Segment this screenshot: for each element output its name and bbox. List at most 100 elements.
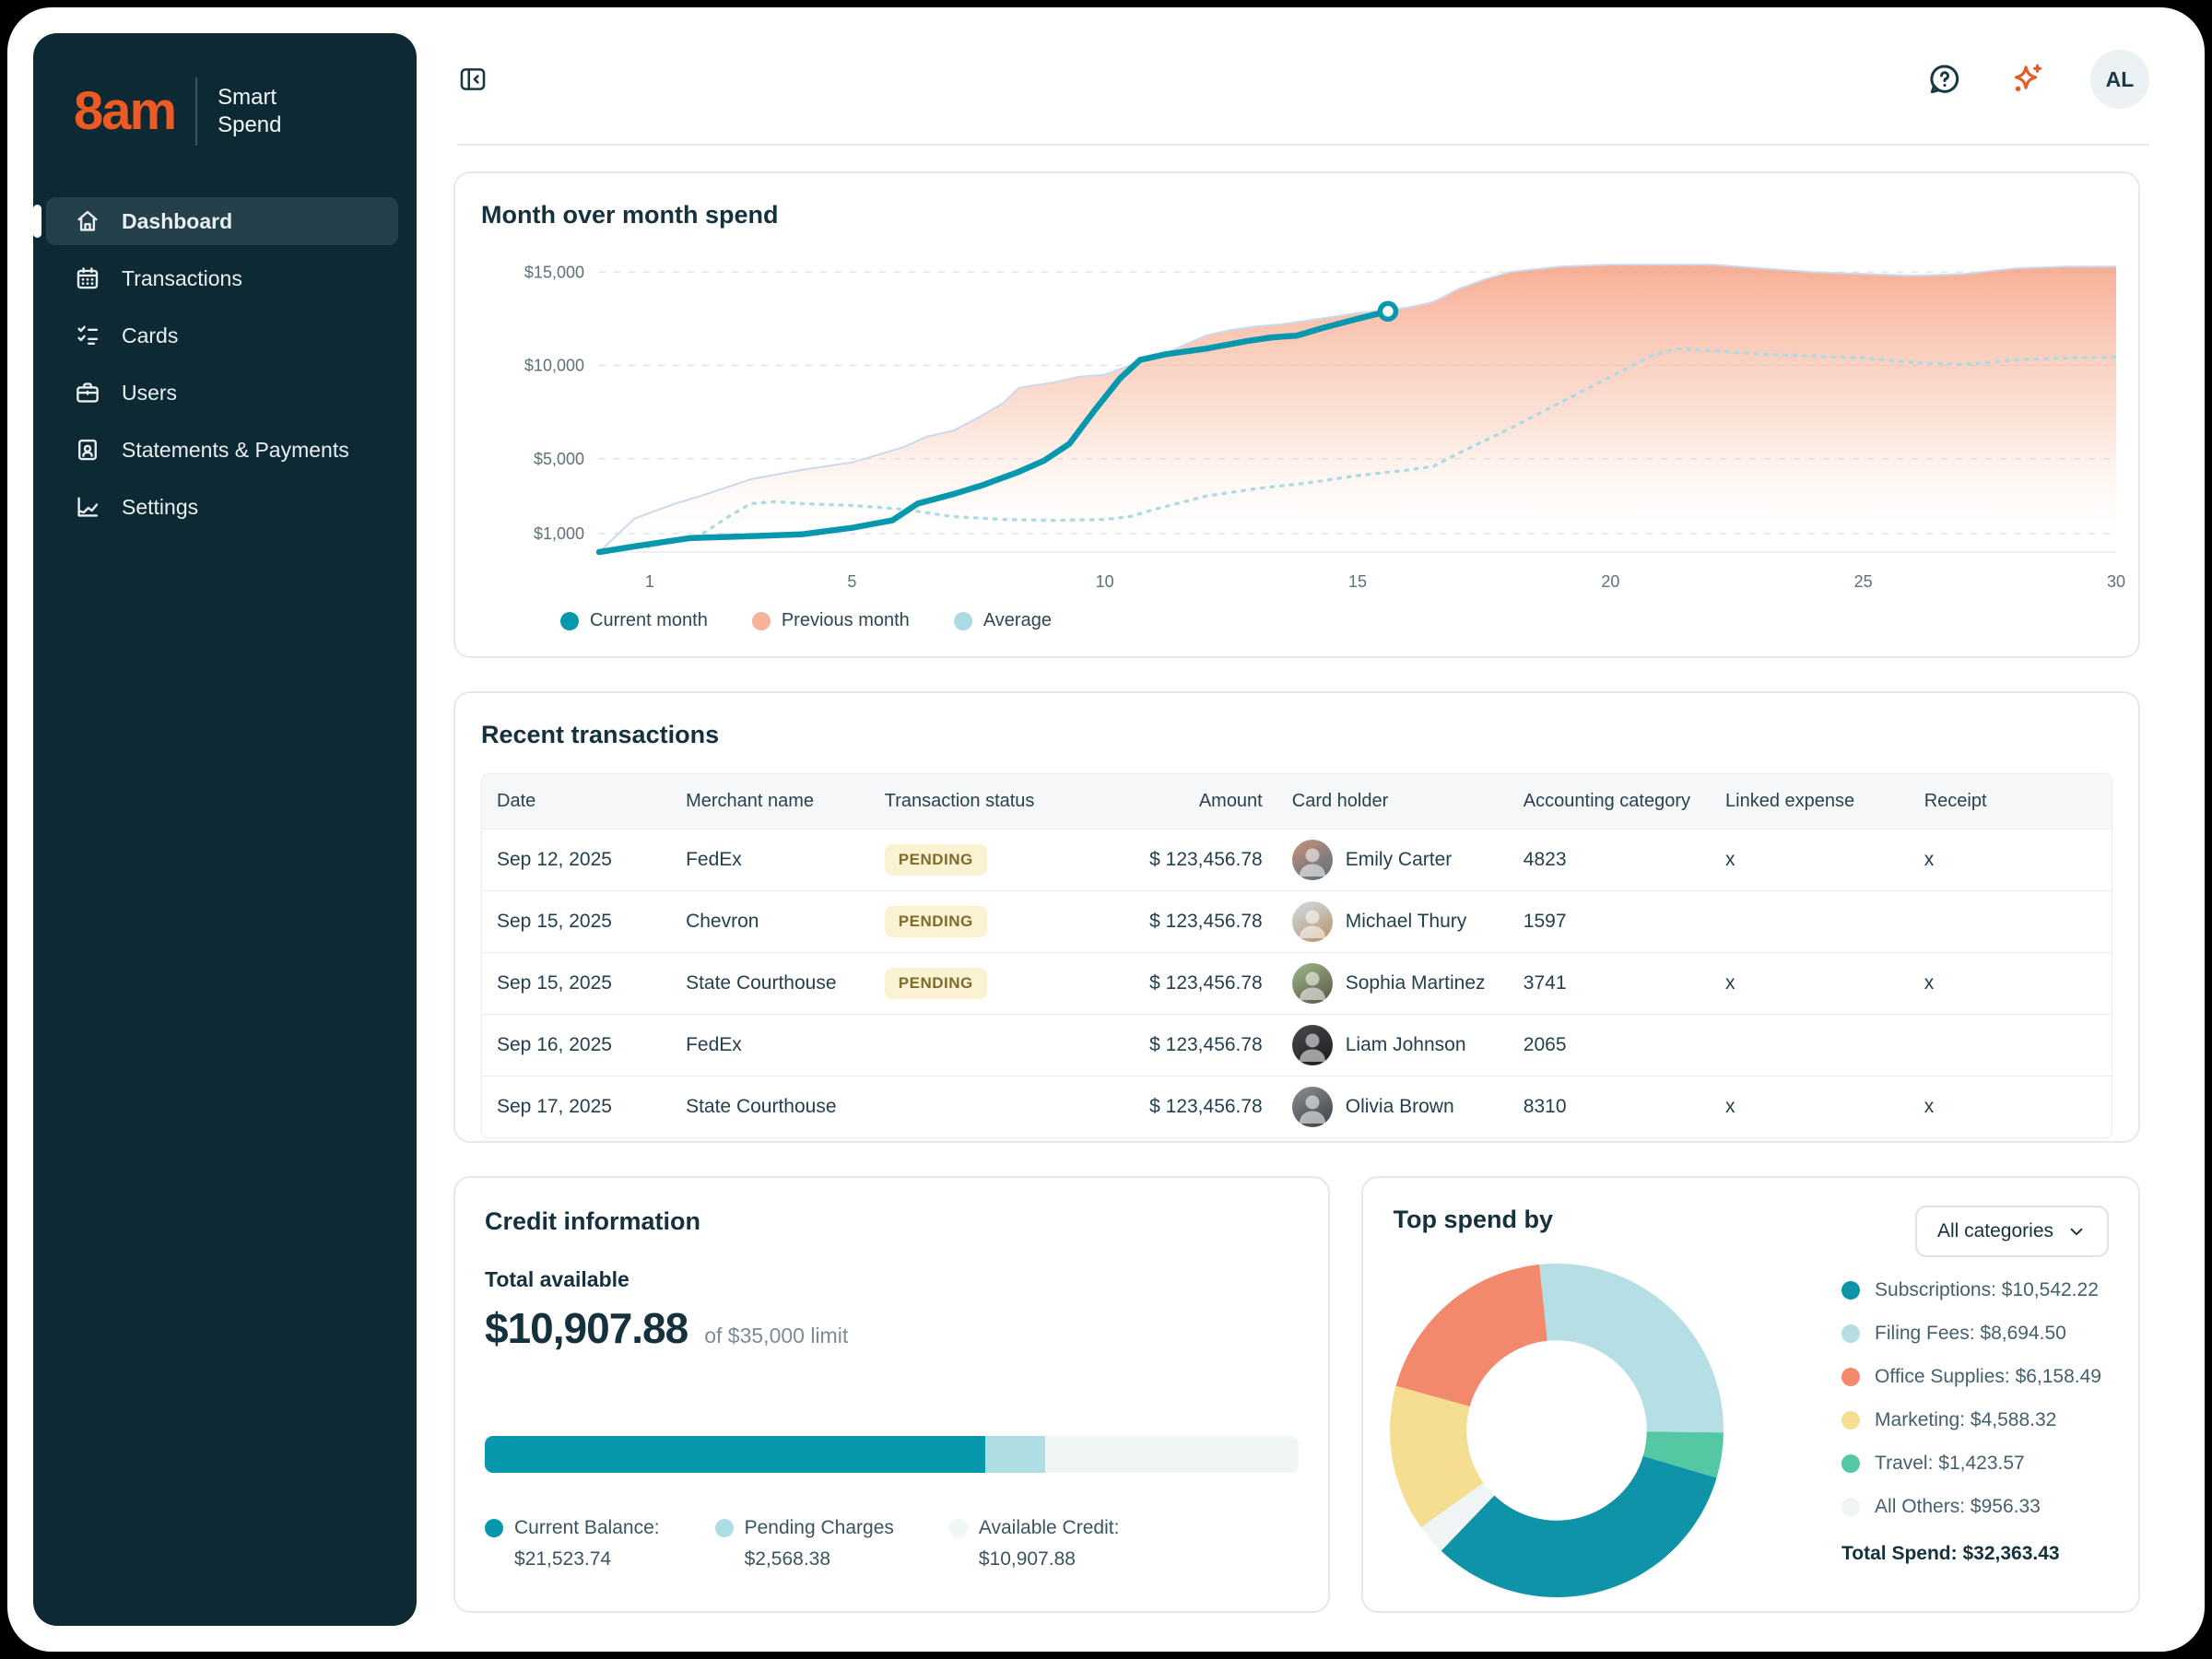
logo: 8am Smart Spend — [33, 33, 417, 146]
bottom-row: Credit information Total available $10,9… — [453, 1176, 2140, 1613]
top-spend-legend-item-all-others: All Others: $956.33 — [1841, 1496, 2101, 1518]
legend-dot — [949, 1519, 968, 1537]
table-row[interactable]: Sep 12, 2025FedExPENDING$ 123,456.78Emil… — [482, 830, 2112, 891]
cell-amount: $ 123,456.78 — [1076, 891, 1277, 953]
donut-segment-subscriptions — [1441, 1456, 1717, 1597]
current-month-end-marker — [1380, 303, 1395, 319]
table-row[interactable]: Sep 15, 2025State CourthousePENDING$ 123… — [482, 953, 2112, 1015]
sidebar-item-settings[interactable]: Settings — [46, 483, 398, 531]
credit-card: Credit information Total available $10,9… — [453, 1176, 1330, 1613]
cell-receipt — [1910, 1015, 2112, 1077]
legend-dot — [752, 612, 771, 630]
column-header-transaction-status: Transaction status — [870, 774, 1076, 830]
column-header-amount: Amount — [1076, 774, 1277, 830]
transactions-card: Recent transactions DateMerchant nameTra… — [453, 691, 2140, 1143]
avatar — [1292, 840, 1333, 880]
top-spend-legend: Subscriptions: $10,542.22 Filing Fees: $8… — [1841, 1279, 2101, 1565]
card-holder-name: Sophia Martinez — [1346, 972, 1486, 994]
cell-date: Sep 15, 2025 — [482, 953, 671, 1015]
ai-assistant-button[interactable] — [2007, 60, 2046, 99]
chart-legend: Current monthPrevious monthAverage — [560, 610, 2112, 631]
sidebar-item-cards[interactable]: Cards — [46, 312, 398, 359]
top-spend-donut-chart — [1385, 1259, 1728, 1602]
chart-icon — [74, 493, 101, 521]
cell-status: PENDING — [870, 830, 1076, 891]
legend-item-previous-month: Previous month — [752, 610, 910, 631]
cell-merchant: State Courthouse — [671, 1077, 870, 1138]
logo-divider — [195, 77, 197, 146]
cell-accounting-category: 8310 — [1509, 1077, 1711, 1138]
svg-text:5: 5 — [847, 572, 856, 591]
help-button[interactable] — [1926, 61, 1963, 98]
legend-dot — [1841, 1368, 1860, 1386]
card-holder-name: Liam Johnson — [1346, 1034, 1466, 1056]
top-spend-title: Top spend by — [1393, 1206, 1553, 1234]
cell-linked-expense: x — [1711, 953, 1910, 1015]
top-spend-legend-item-travel: Travel: $1,423.57 — [1841, 1453, 2101, 1475]
svg-text:20: 20 — [1601, 572, 1619, 591]
sidebar-item-transactions[interactable]: Transactions — [46, 254, 398, 302]
credit-legend-item-0: Current Balance: $21,523.74 — [485, 1517, 660, 1571]
sidebar-item-users[interactable]: Users — [46, 369, 398, 417]
top-spend-legend-text: Marketing: $4,588.32 — [1875, 1409, 2056, 1431]
cell-merchant: FedEx — [671, 830, 870, 891]
sidebar-nav: Dashboard Transactions Cards Users Statement… — [33, 197, 417, 531]
collapse-sidebar-button[interactable] — [457, 64, 488, 95]
cell-merchant: FedEx — [671, 1015, 870, 1077]
credit-legend-value: $21,523.74 — [514, 1548, 660, 1571]
briefcase-icon — [74, 379, 101, 406]
column-header-accounting-category: Accounting category — [1509, 774, 1711, 830]
card-holder-name: Michael Thury — [1346, 911, 1467, 933]
credit-bar-segment-available-credit- — [1045, 1436, 1299, 1473]
credit-available-amount: $10,907.88 — [485, 1303, 688, 1353]
credit-legend-label: Current Balance: — [514, 1517, 660, 1539]
transactions-table-wrap: DateMerchant nameTransaction statusAmoun… — [481, 773, 2112, 1138]
cell-accounting-category: 1597 — [1509, 891, 1711, 953]
dashboard-content: Month over month spend $1,000$5,000$10,0… — [417, 146, 2197, 1613]
help-icon — [1926, 61, 1963, 98]
user-avatar[interactable]: AL — [2090, 50, 2149, 109]
cell-receipt — [1910, 891, 2112, 953]
credit-legend-value: $2,568.38 — [745, 1548, 894, 1571]
category-filter-dropdown[interactable]: All categories — [1915, 1206, 2109, 1257]
avatar — [1292, 1025, 1333, 1065]
cell-merchant: State Courthouse — [671, 953, 870, 1015]
legend-dot — [485, 1519, 503, 1537]
topbar: AL — [457, 15, 2149, 146]
svg-text:25: 25 — [1854, 572, 1873, 591]
checklist-icon — [74, 322, 101, 349]
sidebar-item-statements-payments[interactable]: Statements & Payments — [46, 426, 398, 474]
avatar — [1292, 901, 1333, 942]
donut-segment-filing-fees — [1540, 1264, 1724, 1432]
credit-legend: Current Balance:$21,523.74Pending Charge… — [485, 1517, 1299, 1571]
sidebar-item-label: Statements & Payments — [122, 438, 349, 463]
table-row[interactable]: Sep 16, 2025FedEx$ 123,456.78Liam Johnso… — [482, 1015, 2112, 1077]
top-spend-legend-text: Subscriptions: $10,542.22 — [1875, 1279, 2099, 1301]
table-row[interactable]: Sep 15, 2025ChevronPENDING$ 123,456.78Mi… — [482, 891, 2112, 953]
legend-dot — [954, 612, 972, 630]
svg-text:10: 10 — [1096, 572, 1114, 591]
top-spend-legend-item-marketing: Marketing: $4,588.32 — [1841, 1409, 2101, 1431]
svg-text:$15,000: $15,000 — [524, 263, 584, 281]
cell-card-holder: Michael Thury — [1277, 891, 1509, 953]
cell-linked-expense: x — [1711, 830, 1910, 891]
cell-linked-expense — [1711, 1015, 1910, 1077]
cell-status — [870, 1015, 1076, 1077]
category-filter-label: All categories — [1937, 1220, 2053, 1242]
credit-bar-segment-pending-charges — [985, 1436, 1045, 1473]
cell-accounting-category: 3741 — [1509, 953, 1711, 1015]
cell-date: Sep 15, 2025 — [482, 891, 671, 953]
sidebar-item-dashboard[interactable]: Dashboard — [46, 197, 398, 245]
legend-label: Average — [983, 610, 1052, 631]
sidebar-item-label: Users — [122, 381, 177, 406]
chevron-down-icon — [2066, 1221, 2087, 1241]
cell-accounting-category: 4823 — [1509, 830, 1711, 891]
sidebar-item-label: Dashboard — [122, 209, 232, 234]
credit-utilization-bar — [485, 1436, 1299, 1473]
table-row[interactable]: Sep 17, 2025State Courthouse$ 123,456.78… — [482, 1077, 2112, 1138]
top-spend-legend-text: Filing Fees: $8,694.50 — [1875, 1323, 2066, 1345]
credit-title: Credit information — [485, 1207, 1299, 1236]
cell-date: Sep 17, 2025 — [482, 1077, 671, 1138]
legend-dot — [560, 612, 579, 630]
credit-subtitle: Total available — [485, 1267, 1299, 1292]
